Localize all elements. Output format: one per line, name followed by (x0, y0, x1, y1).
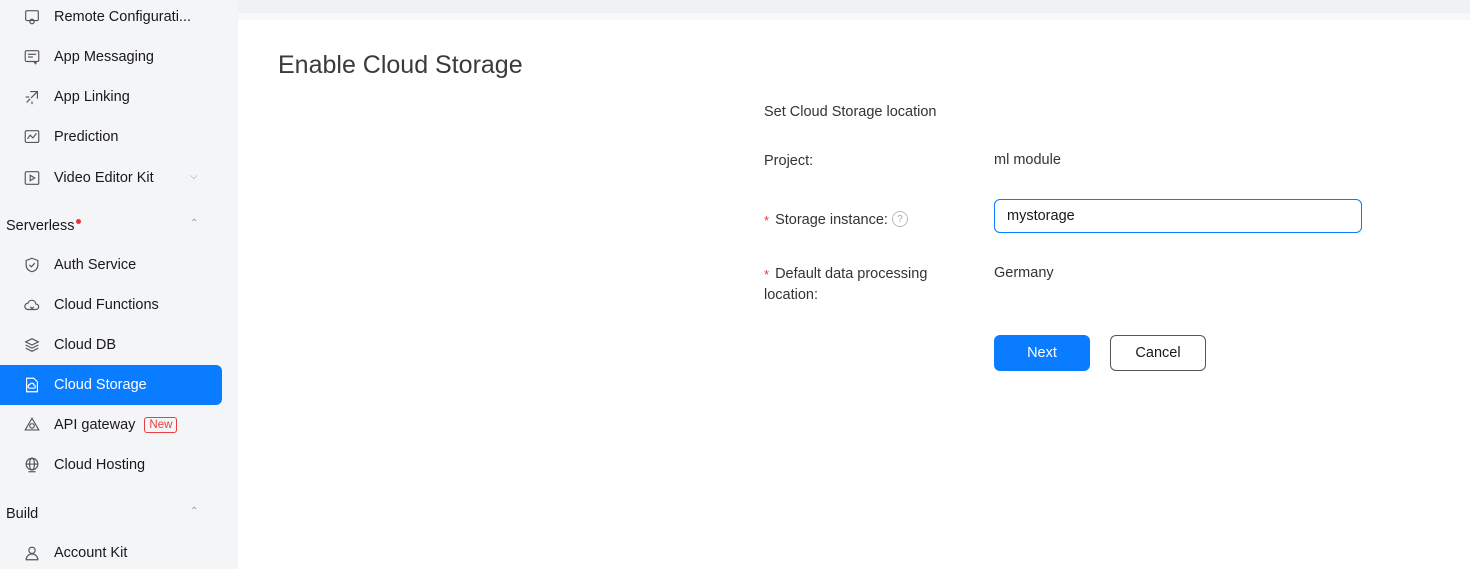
chart-icon (22, 127, 42, 147)
sidebar-item-label: Video Editor Kit (54, 170, 154, 186)
storage-instance-label: * Storage instance:? (764, 209, 908, 231)
storage-icon (22, 375, 42, 395)
sidebar-item-label: Cloud Functions (54, 297, 159, 313)
sidebar-item-label: Cloud DB (54, 337, 117, 353)
chevron-up-icon[interactable]: ⌃ (190, 218, 198, 229)
sidebar-item-app-linking[interactable]: App Linking (0, 77, 222, 117)
sidebar-item-label: App Linking (54, 89, 130, 105)
new-badge: New (144, 417, 178, 433)
required-mark: * (764, 213, 770, 228)
sidebar-item-prediction[interactable]: Prediction (0, 117, 222, 157)
shield-icon (22, 255, 42, 275)
globe-icon (22, 455, 42, 475)
help-icon[interactable]: ? (891, 211, 908, 228)
top-bar (238, 0, 1470, 13)
database-icon (22, 335, 42, 355)
sidebar-item-app-messaging[interactable]: App Messaging (0, 37, 222, 77)
sidebar-item-label: Auth Service (54, 257, 137, 273)
sidebar-item-label: Remote Configurati... (54, 9, 192, 25)
location-label-line1: Default data processing (775, 266, 928, 282)
gateway-icon (22, 415, 42, 435)
sidebar-item-label: Account Kit (54, 545, 128, 561)
form-heading: Set Cloud Storage location (764, 104, 937, 120)
sidebar-item-auth-service[interactable]: Auth Service (0, 245, 222, 285)
main-panel: Enable Cloud Storage Set Cloud Storage l… (238, 20, 1470, 569)
cloud-icon (22, 295, 42, 315)
sidebar-item-label: Cloud Storage (54, 377, 147, 393)
project-value: ml module (994, 152, 1061, 168)
sidebar: Remote Configurati... App Messaging App … (0, 0, 238, 569)
sidebar-section-serverless[interactable]: Serverless ⌃ (0, 206, 222, 246)
sidebar-section-build[interactable]: Build ⌃ (0, 494, 222, 534)
sidebar-item-label: API gateway (54, 417, 136, 433)
sidebar-item-label: Cloud Hosting (54, 457, 146, 473)
sidebar-item-label: App Messaging (54, 49, 154, 65)
sidebar-item-cloud-storage[interactable]: Cloud Storage (0, 365, 222, 405)
sidebar-item-label: Prediction (54, 129, 119, 145)
location-value: Germany (994, 265, 1054, 281)
sidebar-item-cloud-functions[interactable]: Cloud Functions (0, 285, 222, 325)
link-icon (22, 87, 42, 107)
chevron-down-icon[interactable]: ⌵ (190, 171, 198, 182)
next-button[interactable]: Next (994, 335, 1090, 371)
chevron-up-icon[interactable]: ⌃ (190, 506, 198, 517)
required-mark: * (764, 267, 770, 282)
sidebar-item-cloud-hosting[interactable]: Cloud Hosting (0, 445, 222, 485)
location-label-line2: location: (764, 287, 819, 303)
notification-dot (75, 218, 81, 224)
page-title: Enable Cloud Storage (278, 51, 523, 79)
user-icon (22, 543, 42, 563)
sidebar-item-account-kit[interactable]: Account Kit (0, 533, 222, 569)
sidebar-section-label: Build (6, 506, 39, 522)
gear-icon (22, 7, 42, 27)
sidebar-item-video-editor-kit[interactable]: Video Editor Kit ⌵ (0, 158, 222, 198)
storage-instance-input[interactable] (994, 199, 1362, 233)
cancel-button[interactable]: Cancel (1110, 335, 1206, 371)
sidebar-item-remote-configuration[interactable]: Remote Configurati... (0, 0, 222, 37)
storage-instance-label-text: Storage instance: (775, 212, 888, 228)
sidebar-item-api-gateway[interactable]: API gateway New (0, 405, 222, 445)
project-label: Project: (764, 153, 814, 169)
video-icon (22, 168, 42, 188)
location-label: * Default data processing location: (764, 263, 927, 306)
message-icon (22, 47, 42, 67)
sidebar-section-label: Serverless (6, 218, 75, 234)
sidebar-item-cloud-db[interactable]: Cloud DB (0, 325, 222, 365)
